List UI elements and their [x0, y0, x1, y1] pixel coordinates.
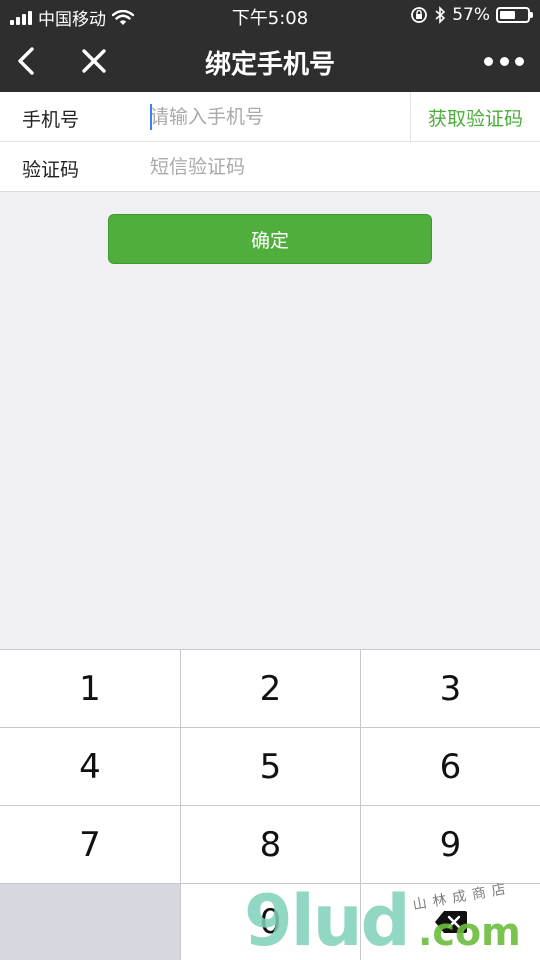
key-1[interactable]: 1 [0, 650, 180, 727]
nav-bar: 绑定手机号 [0, 30, 540, 92]
page-title: 绑定手机号 [204, 50, 335, 80]
top-bar: 中国移动 下午5:08 57% 绑定手机号 [0, 0, 540, 92]
key-7[interactable]: 7 [0, 806, 180, 883]
phone-row: 手机号 获取验证码 [0, 92, 540, 142]
key-4[interactable]: 4 [0, 728, 180, 805]
watermark: 9lud 山林成商店 .com [236, 880, 536, 960]
battery-fill [500, 11, 515, 19]
key-3[interactable]: 3 [361, 650, 540, 727]
battery-percent: 57% [452, 5, 490, 25]
watermark-text: 9lud [244, 880, 411, 960]
status-right: 57% [410, 5, 533, 25]
key-8[interactable]: 8 [181, 806, 360, 883]
key-9[interactable]: 9 [361, 806, 540, 883]
key-2[interactable]: 2 [181, 650, 360, 727]
sms-code-input[interactable] [150, 152, 510, 182]
rotation-lock-icon [411, 7, 428, 23]
code-row: 验证码 [0, 142, 540, 192]
text-caret [150, 104, 152, 130]
get-code-button[interactable]: 获取验证码 [410, 92, 540, 142]
bluetooth-icon [435, 6, 446, 24]
confirm-button[interactable]: 确定 [108, 214, 432, 264]
status-bar: 中国移动 下午5:08 57% [0, 0, 540, 30]
phone-label: 手机号 [22, 109, 80, 131]
more-icon[interactable] [484, 48, 524, 74]
key-blank [0, 884, 180, 960]
watermark-shop: 山林成商店 [411, 880, 513, 914]
battery-icon [496, 7, 533, 23]
phone-input[interactable] [150, 102, 400, 132]
key-5[interactable]: 5 [181, 728, 360, 805]
watermark-suffix: .com [418, 910, 521, 954]
bind-phone-form: 手机号 获取验证码 验证码 [0, 92, 540, 192]
key-6[interactable]: 6 [361, 728, 540, 805]
code-label: 验证码 [22, 159, 80, 181]
